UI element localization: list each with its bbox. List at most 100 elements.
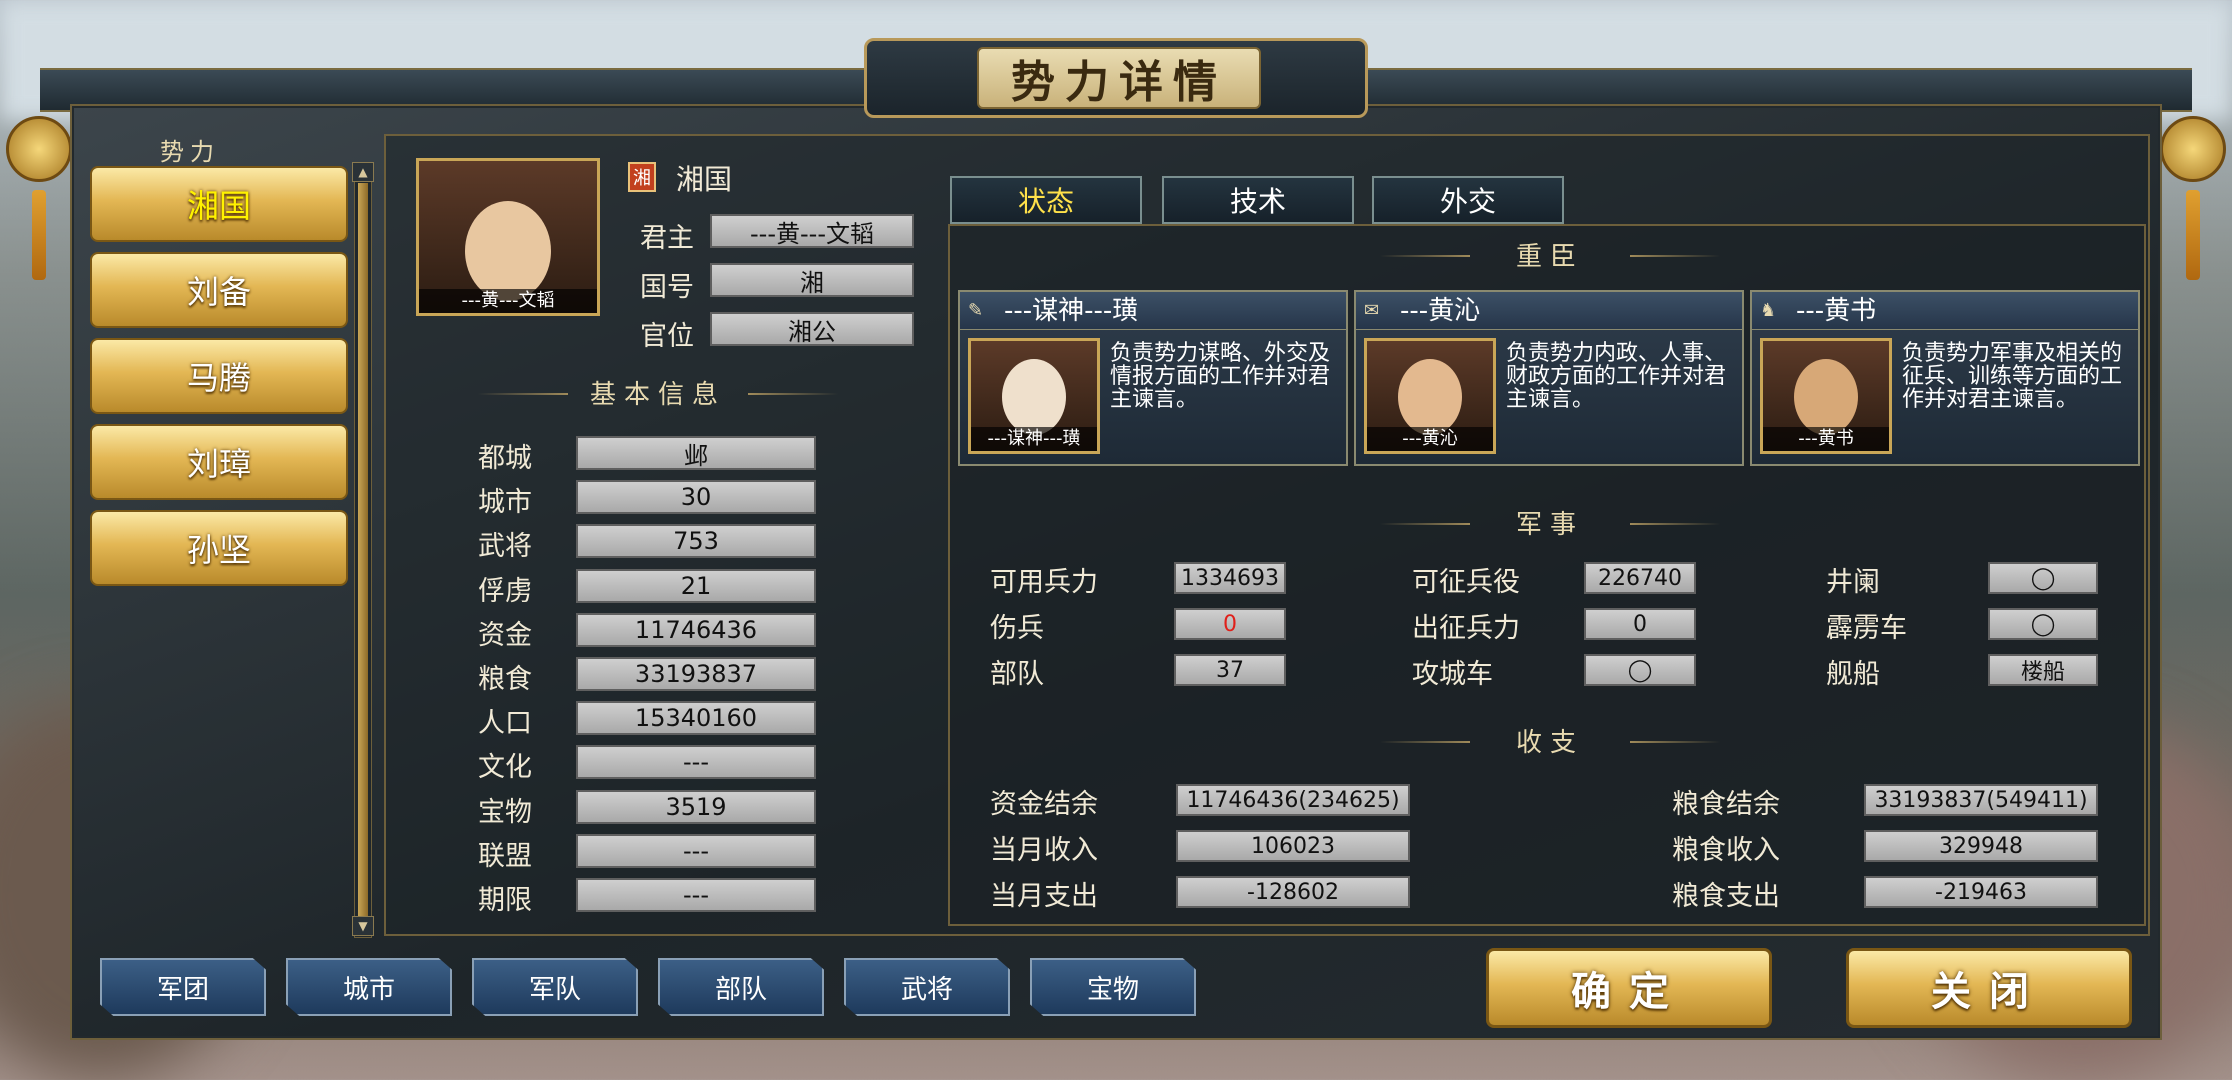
military-label: 出征兵力 (1412, 613, 1520, 644)
faction-item-3[interactable]: 刘璋 (90, 424, 348, 500)
scroll-up-arrow-icon[interactable]: ▲ (352, 162, 374, 182)
basic-info-header: 基本信息 (478, 374, 838, 411)
left-tassel (32, 190, 46, 280)
minister-face (1002, 359, 1066, 435)
military-value: 1334693 (1174, 562, 1286, 594)
faction-item-2[interactable]: 马腾 (90, 338, 348, 414)
info-label: 城市 (478, 487, 532, 519)
minister-name: ---谋神---璜 (960, 292, 1346, 330)
military-value: ◯ (1988, 562, 2098, 594)
military-label: 部队 (990, 659, 1044, 690)
confirm-button[interactable]: 确定 (1486, 948, 1772, 1028)
info-label: 俘虏 (478, 575, 532, 607)
bottom-tab-button[interactable]: 城市 (286, 958, 452, 1016)
rank-label: 官位 (640, 321, 694, 352)
tab-status[interactable]: 状态 (950, 176, 1142, 224)
finance-label: 资金结余 (990, 789, 1098, 820)
tab-diplomacy[interactable]: 外交 (1372, 176, 1564, 224)
info-label: 资金 (478, 619, 532, 651)
minister-face (1398, 359, 1462, 435)
finance-label: 粮食收入 (1672, 835, 1780, 866)
info-value: --- (576, 745, 816, 780)
admin-icon: ✉ (1364, 300, 1380, 321)
bottom-tab-button[interactable]: 军团 (100, 958, 266, 1016)
scroll-thumb[interactable] (358, 183, 368, 919)
military-label: 可征兵役 (1412, 567, 1520, 598)
bottom-tab-button[interactable]: 宝物 (1030, 958, 1196, 1016)
military-label: 舰船 (1826, 659, 1880, 690)
ruler-face (465, 201, 551, 301)
faction-item-0[interactable]: 湘国 (90, 166, 348, 242)
title-plate: 势力详情 (864, 38, 1368, 118)
finance-label: 当月收入 (990, 835, 1098, 866)
rank-value: 湘公 (710, 312, 914, 346)
ruler-portrait-caption: ---黄---文韬 (419, 289, 597, 313)
finance-value: -128602 (1176, 876, 1410, 908)
military-header: 军事 (1380, 504, 1720, 541)
military-label: 伤兵 (990, 613, 1044, 644)
faction-item-1[interactable]: 刘备 (90, 252, 348, 328)
minister-description: 负责势力内政、人事、财政方面的工作并对君主谏言。 (1506, 341, 1727, 412)
military-icon: ♞ (1760, 300, 1777, 321)
sidebar-scrollbar[interactable] (354, 162, 372, 938)
finance-value: 33193837(549411) (1864, 784, 2098, 816)
minister-portrait[interactable]: ---谋神---璜 (968, 338, 1100, 454)
tab-technology[interactable]: 技术 (1162, 176, 1354, 224)
minister-portrait[interactable]: ---黄沁 (1364, 338, 1496, 454)
advisor-icon: ✎ (968, 300, 984, 321)
minister-card[interactable]: ---黄书 ♞ ---黄书 负责势力军事及相关的征兵、训练等方面的工作并对君主谏言。 (1750, 290, 2140, 466)
minister-card[interactable]: ---谋神---璜 ✎ ---谋神---璜 负责势力谋略、外交及情报方面的工作并对君主… (958, 290, 1348, 466)
military-value: 楼船 (1988, 654, 2098, 686)
minister-portrait-caption: ---黄沁 (1367, 427, 1493, 451)
info-value: 15340160 (576, 701, 816, 736)
military-value: 0 (1584, 608, 1696, 640)
finance-value: 329948 (1864, 830, 2098, 862)
info-value: 11746436 (576, 612, 816, 647)
info-label: 武将 (478, 531, 532, 563)
left-knob-ornament (6, 116, 72, 182)
sidebar-label: 势力 (160, 138, 220, 166)
minister-description: 负责势力军事及相关的征兵、训练等方面的工作并对君主谏言。 (1902, 341, 2123, 412)
scroll-down-arrow-icon[interactable]: ▼ (352, 916, 374, 936)
info-label: 期限 (478, 885, 532, 916)
faction-name: 湘国 (676, 163, 733, 196)
finance-header: 收支 (1380, 722, 1720, 759)
bottom-tab-button[interactable]: 部队 (658, 958, 824, 1016)
info-label: 粮食 (478, 664, 532, 695)
ruler-portrait[interactable]: ---黄---文韬 (416, 158, 600, 316)
military-label: 可用兵力 (990, 567, 1098, 598)
info-label: 人口 (478, 708, 532, 740)
country-value: 湘 (710, 263, 914, 297)
minister-face (1794, 359, 1858, 435)
country-label: 国号 (640, 272, 694, 303)
military-value: ◯ (1584, 654, 1696, 686)
military-label: 攻城车 (1412, 659, 1493, 690)
close-button[interactable]: 关闭 (1846, 948, 2132, 1028)
military-value: ◯ (1988, 608, 2098, 640)
ministers-header: 重臣 (1380, 236, 1720, 273)
faction-item-4[interactable]: 孙坚 (90, 510, 348, 586)
info-value: 21 (576, 568, 816, 603)
bottom-tab-button[interactable]: 武将 (844, 958, 1010, 1016)
ruler-label: 君主 (640, 223, 694, 254)
bottom-tab-button[interactable]: 军队 (472, 958, 638, 1016)
minister-description: 负责势力谋略、外交及情报方面的工作并对君主谏言。 (1110, 341, 1331, 412)
finance-value: 11746436(234625) (1176, 784, 1410, 816)
window-title: 势力详情 (977, 47, 1261, 109)
right-tassel (2186, 190, 2200, 280)
military-label: 霹雳车 (1826, 613, 1907, 644)
minister-portrait[interactable]: ---黄书 (1760, 338, 1892, 454)
minister-card[interactable]: ---黄沁 ✉ ---黄沁 负责势力内政、人事、财政方面的工作并对君主谏言。 (1354, 290, 1744, 466)
right-knob-ornament (2160, 116, 2226, 182)
finance-value: 106023 (1176, 830, 1410, 862)
info-label: 都城 (478, 443, 532, 474)
info-value: --- (576, 878, 816, 912)
info-label: 宝物 (478, 796, 532, 828)
info-label: 联盟 (478, 840, 532, 872)
ruler-value: ---黄---文韬 (710, 214, 914, 248)
minister-name: ---黄书 (1752, 292, 2138, 330)
military-value: 226740 (1584, 562, 1696, 594)
minister-portrait-caption: ---谋神---璜 (971, 427, 1097, 451)
info-value: 3519 (576, 789, 816, 824)
info-value: 33193837 (576, 657, 816, 691)
